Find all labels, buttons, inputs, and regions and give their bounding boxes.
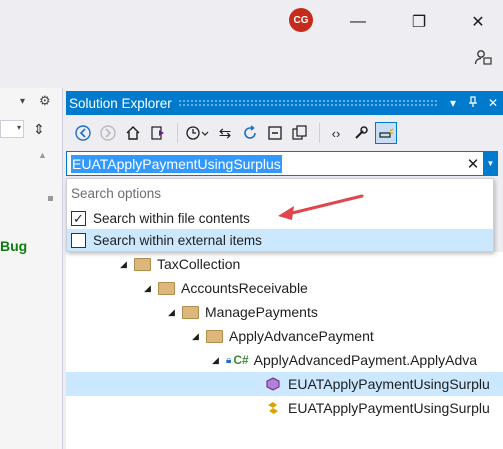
solution-explorer-title: Solution Explorer — [69, 95, 172, 111]
minimize-button[interactable]: — — [335, 0, 381, 44]
tree-item-method-selected[interactable]: EUATApplyPaymentUsingSurplu — [66, 372, 503, 396]
split-icon[interactable]: ⇕ — [33, 121, 45, 138]
method-cube-icon — [264, 377, 282, 391]
pane-dropdown-icon[interactable]: ▾ — [20, 96, 25, 107]
tree-item-event[interactable]: EUATApplyPaymentUsingSurplu — [66, 396, 503, 420]
tree-item-label: EUATApplyPaymentUsingSurplu — [288, 400, 490, 416]
expanded-arrow-icon[interactable]: ◢ — [212, 355, 226, 366]
preview-icon[interactable] — [375, 122, 397, 144]
properties-icon[interactable] — [350, 122, 372, 144]
left-pane-combo[interactable]: ▾ — [0, 120, 24, 138]
tree-item-label: EUATApplyPaymentUsingSurplu — [288, 376, 490, 392]
solution-explorer-header: Solution Explorer ▾ ✕ — [66, 91, 503, 115]
search-input-value[interactable]: EUATApplyPaymentUsingSurplus — [71, 154, 282, 173]
tree-item-taxcollection[interactable]: ◢ TaxCollection — [66, 252, 503, 276]
bug-label: Bug — [0, 238, 28, 254]
search-input[interactable]: EUATApplyPaymentUsingSurplus — [66, 151, 498, 176]
reference-icon — [264, 400, 282, 416]
account-avatar[interactable]: CG — [289, 8, 313, 32]
sync-icon[interactable]: ⇆ — [214, 122, 236, 144]
tree-item-label: ManagePayments — [205, 304, 318, 320]
solution-tree: ◢ TaxCollection ◢ AccountsReceivable ◢ M… — [66, 252, 503, 449]
expanded-arrow-icon[interactable]: ◢ — [168, 307, 182, 318]
person-feedback-icon[interactable] — [474, 48, 492, 66]
search-external-items-option[interactable]: Search within external items — [67, 229, 493, 251]
tree-item-managepayments[interactable]: ◢ ManagePayments — [66, 300, 503, 324]
close-pane-icon[interactable]: ✕ — [483, 96, 503, 110]
forward-icon[interactable] — [97, 122, 119, 144]
expanded-arrow-icon[interactable]: ◢ — [120, 259, 134, 270]
switch-views-icon[interactable] — [147, 122, 169, 144]
tree-item-label: ApplyAdvancePayment — [229, 328, 374, 344]
folder-icon — [158, 281, 175, 295]
tree-item-label: AccountsReceivable — [181, 280, 308, 296]
header-grip[interactable] — [177, 99, 437, 107]
scroll-thumb[interactable] — [48, 196, 53, 201]
tree-item-accountsreceivable[interactable]: ◢ AccountsReceivable — [66, 276, 503, 300]
folder-icon — [134, 257, 151, 271]
toolbar-separator — [319, 123, 320, 143]
left-tool-pane — [0, 88, 63, 449]
view-code-icon[interactable]: ‹› — [325, 122, 347, 144]
pending-changes-filter-icon[interactable] — [183, 122, 211, 144]
settings-gear-icon[interactable]: ⚙ — [39, 93, 51, 109]
search-options-title: Search options — [71, 186, 162, 201]
clear-search-icon[interactable]: ✕ — [463, 151, 483, 176]
back-icon[interactable] — [72, 122, 94, 144]
option-label: Search within file contents — [93, 210, 250, 226]
checkbox-unchecked[interactable] — [71, 232, 86, 248]
checkbox-checked[interactable]: ✓ — [71, 210, 86, 226]
tree-item-label: ApplyAdvancedPayment.ApplyAdva — [253, 352, 478, 368]
solution-explorer-toolbar: ⇆ ‹› — [66, 116, 503, 150]
folder-icon — [182, 305, 199, 319]
pin-icon[interactable] — [463, 95, 483, 111]
folder-icon — [206, 329, 223, 343]
show-all-files-icon[interactable] — [289, 122, 311, 144]
toolbar-separator — [177, 123, 178, 143]
expanded-arrow-icon[interactable]: ◢ — [192, 331, 206, 342]
tree-item-label: TaxCollection — [157, 256, 241, 272]
expanded-arrow-icon[interactable]: ◢ — [144, 283, 158, 294]
csharp-file-icon: C# — [233, 353, 249, 367]
annotation-arrow — [278, 194, 364, 220]
scroll-up-icon[interactable]: ▲ — [38, 150, 47, 160]
home-icon[interactable] — [122, 122, 144, 144]
lock-icon: 🔒︎ — [226, 354, 232, 366]
close-button[interactable]: ✕ — [455, 0, 501, 44]
maximize-button[interactable]: ❐ — [396, 0, 442, 44]
refresh-icon[interactable] — [239, 122, 261, 144]
option-label: Search within external items — [93, 232, 262, 248]
tree-item-applyadvancepayment[interactable]: ◢ ApplyAdvancePayment — [66, 324, 503, 348]
search-options-dropdown-button[interactable]: ▼ — [483, 151, 498, 176]
tree-item-cs-file[interactable]: ◢ 🔒︎ C# ApplyAdvancedPayment.ApplyAdva — [66, 348, 503, 372]
collapse-all-icon[interactable] — [264, 122, 286, 144]
window-position-icon[interactable]: ▾ — [443, 96, 463, 110]
